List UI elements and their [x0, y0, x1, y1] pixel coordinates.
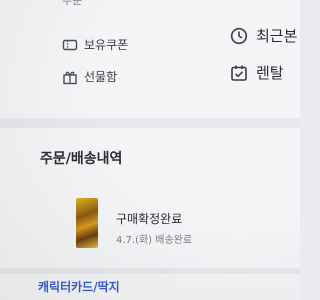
- coupon-icon: [62, 39, 78, 50]
- calendar-check-icon: [231, 65, 247, 81]
- menu-item-coupons[interactable]: 보유쿠폰: [62, 36, 128, 53]
- menu-item-recent[interactable]: 최근본: [230, 25, 297, 46]
- section-divider: [0, 118, 300, 128]
- menu-item-gifts[interactable]: 선물함: [62, 68, 117, 85]
- menu-item-rental[interactable]: 렌탈: [230, 62, 284, 83]
- gift-label: 선물함: [84, 70, 118, 84]
- cut-off-label: 주문: [62, 0, 83, 7]
- delivery-date: 4.7.(화) 배송완료: [116, 235, 193, 246]
- order-item[interactable]: 구매확정완료 4.7.(화) 배송완료: [76, 198, 296, 258]
- product-thumbnail[interactable]: [76, 198, 98, 248]
- order-history-card: 주문/배송내역 구매확정완료 4.7.(화) 배송완료: [0, 128, 300, 268]
- coupon-label: 보유쿠폰: [84, 38, 129, 52]
- character-card-section: 캐릭터카드/딱지: [0, 274, 300, 300]
- rental-label: 렌탈: [256, 64, 284, 82]
- order-status: 구매확정완료: [116, 212, 183, 226]
- order-history-title[interactable]: 주문/배송내역: [40, 148, 122, 168]
- recent-label: 최근본: [256, 27, 298, 45]
- gift-icon: [63, 71, 77, 84]
- quick-menu-card: 주문 보유쿠폰 선물함 최근본 렌탈: [0, 0, 300, 118]
- character-card-title[interactable]: 캐릭터카드/딱지: [38, 278, 120, 295]
- clock-icon: [230, 27, 248, 44]
